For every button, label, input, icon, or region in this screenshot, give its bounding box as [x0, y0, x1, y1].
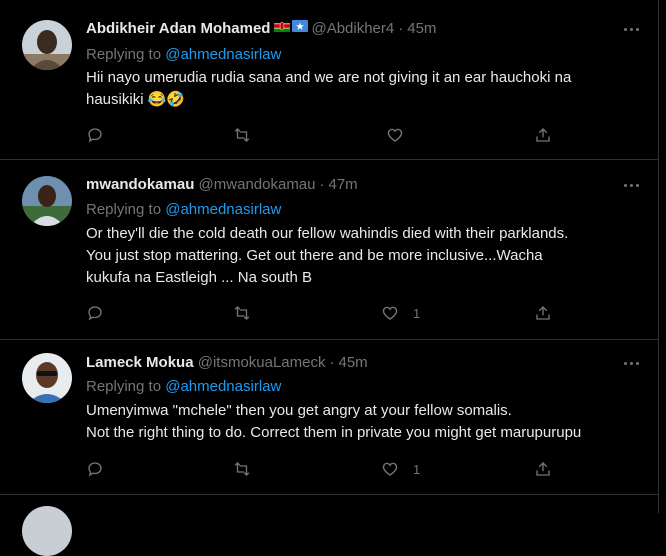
- heart-icon: [387, 128, 403, 142]
- more-options-icon[interactable]: [620, 178, 644, 192]
- reply-icon: [88, 462, 102, 477]
- like-button[interactable]: 1: [381, 457, 420, 481]
- separator: ·: [319, 176, 325, 193]
- replying-label: Replying to: [86, 46, 162, 63]
- tweet-actions: 1: [0, 457, 658, 481]
- replying-to: Replying to @ahmednasirlaw: [86, 200, 281, 220]
- reply-icon: [88, 306, 102, 321]
- display-name[interactable]: mwandokamau: [86, 176, 194, 193]
- reply-icon: [88, 128, 102, 143]
- share-button[interactable]: [534, 123, 552, 147]
- avatar[interactable]: [22, 20, 72, 70]
- tweet-header: Abdikheir Adan Mohamed @Abdikher4 · 45m: [86, 18, 436, 40]
- avatar[interactable]: [22, 176, 72, 226]
- more-options-icon[interactable]: [620, 22, 644, 36]
- tweet-text-line: hausikiki 😂🤣: [86, 91, 186, 108]
- tweet-text-line: Not the right thing to do. Correct them …: [86, 424, 582, 441]
- retweet-icon: [234, 306, 250, 320]
- like-count: 1: [413, 305, 421, 321]
- share-button[interactable]: [534, 301, 552, 325]
- tweet-header: Lameck Mokua @itsmokuaLameck · 45m: [86, 352, 368, 374]
- avatar[interactable]: [22, 353, 72, 403]
- replying-to: Replying to @ahmednasirlaw: [86, 45, 281, 65]
- tweet-actions: [0, 123, 658, 147]
- tweet-actions: 1: [0, 301, 658, 325]
- mention-link[interactable]: @ahmednasirlaw: [165, 378, 281, 395]
- display-name[interactable]: Lameck Mokua: [86, 354, 194, 371]
- tweet-header: mwandokamau @mwandokamau · 47m: [86, 174, 358, 196]
- separator: ·: [329, 354, 335, 371]
- retweet-icon: [234, 462, 250, 476]
- replying-label: Replying to: [86, 378, 162, 395]
- timestamp[interactable]: 47m: [329, 176, 358, 193]
- like-count: 1: [413, 461, 421, 477]
- tweet-text-line: You just stop mattering. Get out there a…: [86, 247, 543, 264]
- share-icon: [536, 128, 550, 142]
- tweet[interactable]: Abdikheir Adan Mohamed @Abdikher4 · 45m Re…: [0, 0, 658, 160]
- share-icon: [536, 462, 550, 476]
- heart-icon: [382, 306, 398, 320]
- like-button[interactable]: [386, 123, 418, 147]
- flags: [274, 18, 309, 40]
- share-icon: [536, 306, 550, 320]
- retweet-icon: [234, 128, 250, 142]
- tweet-text-line: Hii nayo umerudia rudia sana and we are …: [86, 69, 572, 86]
- reply-button[interactable]: [86, 123, 104, 147]
- replying-to: Replying to @ahmednasirlaw: [86, 377, 281, 397]
- column-border: [658, 0, 659, 513]
- tweet-text: Or they'll die the cold death our fellow…: [86, 223, 646, 289]
- tweet[interactable]: Lameck Mokua @itsmokuaLameck · 45m Replyin…: [0, 339, 658, 495]
- somalia-flag-icon: [292, 20, 309, 33]
- display-name[interactable]: Abdikheir Adan Mohamed: [86, 20, 270, 37]
- timestamp[interactable]: 45m: [339, 354, 368, 371]
- replying-label: Replying to: [86, 201, 162, 218]
- separator: ·: [398, 20, 404, 37]
- more-options-icon[interactable]: [620, 356, 644, 370]
- user-handle[interactable]: @mwandokamau: [199, 176, 316, 193]
- tweet-text-line: Or they'll die the cold death our fellow…: [86, 225, 569, 242]
- tweet-text: Hii nayo umerudia rudia sana and we are …: [86, 67, 646, 111]
- tweet-text-line: kukufa na Eastleigh ... Na south B: [86, 269, 312, 286]
- share-button[interactable]: [534, 457, 552, 481]
- reply-button[interactable]: [86, 457, 104, 481]
- tweet[interactable]: mwandokamau @mwandokamau · 47m Replying to…: [0, 159, 658, 340]
- tweet-text-line: Umenyimwa "mchele" then you get angry at…: [86, 402, 512, 419]
- reply-button[interactable]: [86, 301, 104, 325]
- avatar[interactable]: [22, 506, 72, 556]
- heart-icon: [382, 462, 398, 476]
- retweet-button[interactable]: [233, 123, 251, 147]
- user-handle[interactable]: @itsmokuaLameck: [198, 354, 326, 371]
- user-handle[interactable]: @Abdikher4: [311, 20, 394, 37]
- kenya-flag-icon: [274, 20, 291, 33]
- retweet-button[interactable]: [233, 457, 251, 481]
- like-button[interactable]: 1: [381, 301, 420, 325]
- tweet-text: Umenyimwa "mchele" then you get angry at…: [86, 400, 646, 444]
- mention-link[interactable]: @ahmednasirlaw: [165, 201, 281, 218]
- retweet-button[interactable]: [233, 301, 251, 325]
- timestamp[interactable]: 45m: [407, 20, 436, 37]
- mention-link[interactable]: @ahmednasirlaw: [165, 46, 281, 63]
